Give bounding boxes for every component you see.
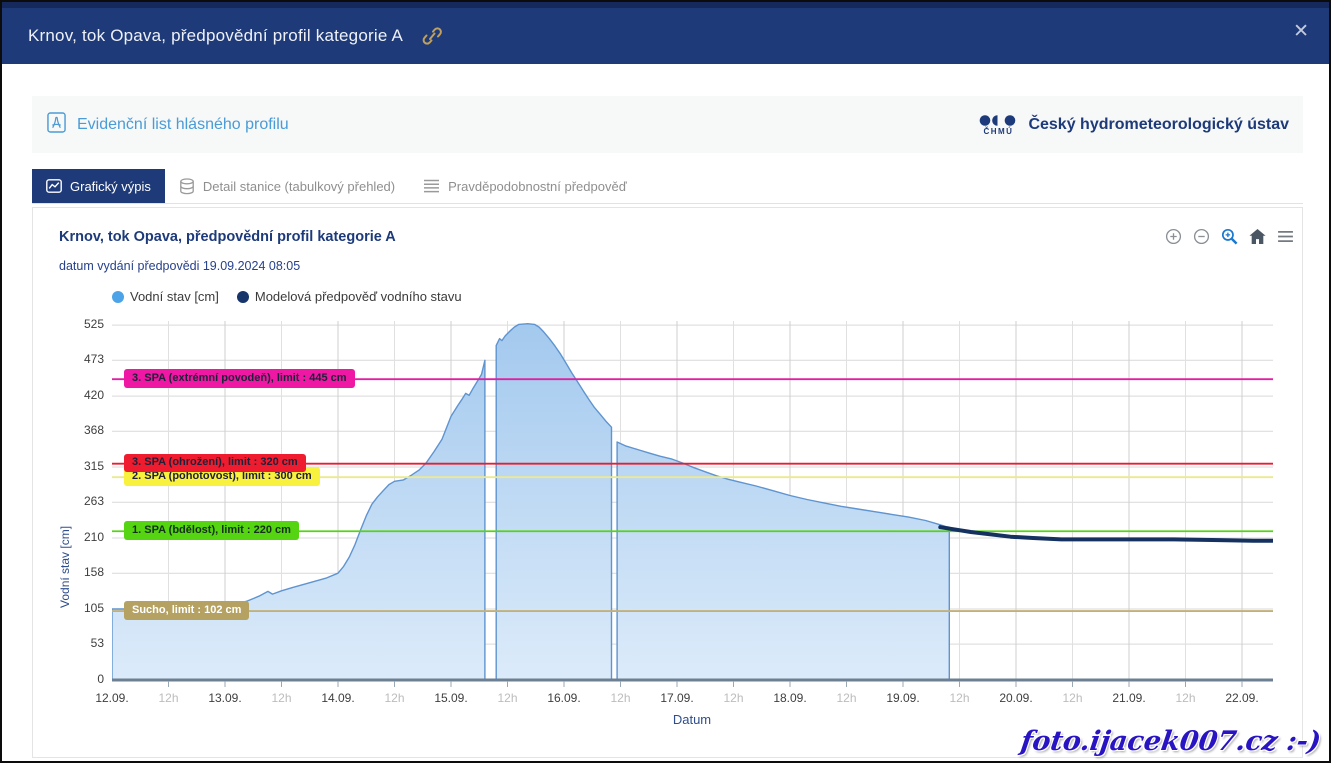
- chart-legend: Vodní stav [cm] Modelová předpověď vodníh…: [112, 289, 462, 304]
- y-tick-label: 0: [60, 672, 104, 686]
- chart-subtitle: datum vydání předpovědi 19.09.2024 08:05: [59, 259, 300, 273]
- x-halftick-label: 12h: [158, 691, 178, 705]
- close-icon[interactable]: ✕: [1287, 18, 1315, 45]
- x-halftick-label: 12h: [497, 691, 517, 705]
- chmu-logo-text: ČHMÚ: [983, 128, 1013, 136]
- y-tick-label: 525: [60, 317, 104, 331]
- x-halftick-label: 12h: [271, 691, 291, 705]
- x-halftick-label: 12h: [384, 691, 404, 705]
- limit-label: 1. SPA (bdělost), limit : 220 cm: [124, 521, 299, 540]
- x-halftick-label: 12h: [1062, 691, 1082, 705]
- tab-bar: Grafický výpis Detail stanice (tabulkový …: [32, 169, 1303, 204]
- x-axis-tick-marks: [169, 681, 1243, 687]
- legend-label: Vodní stav [cm]: [130, 289, 219, 304]
- pdf-file-icon: [47, 112, 66, 138]
- limit-label: 3. SPA (extrémní povodeň), limit : 445 c…: [124, 369, 355, 388]
- tab-label: Grafický výpis: [70, 179, 151, 194]
- y-tick-label: 473: [60, 352, 104, 366]
- pdf-link-label: Evidenční list hlásného profilu: [77, 116, 289, 134]
- zoom-in-button[interactable]: [1165, 228, 1182, 245]
- x-halftick-label: 12h: [723, 691, 743, 705]
- tab-graficky-vypis[interactable]: Grafický výpis: [32, 169, 165, 203]
- x-tick-label: 20.09.: [999, 691, 1032, 705]
- x-halftick-label: 12h: [1175, 691, 1195, 705]
- flood-forecast-modal: Krnov, tok Opava, předpovědní profil kat…: [0, 0, 1331, 763]
- x-axis-title: Datum: [673, 712, 711, 727]
- link-icon[interactable]: [421, 26, 443, 46]
- x-tick-label: 17.09.: [660, 691, 693, 705]
- organization-branding: ČHMÚ Český hydrometeorologický ústav: [978, 114, 1289, 136]
- x-tick-label: 18.09.: [773, 691, 806, 705]
- lines-icon: [423, 179, 440, 193]
- limit-label: 3. SPA (ohrožení), limit : 320 cm: [124, 454, 306, 473]
- watermark: foto.ijacek007.cz :-): [1019, 726, 1323, 757]
- x-halftick-label: 12h: [836, 691, 856, 705]
- x-tick-label: 12.09.: [95, 691, 128, 705]
- zoom-out-button[interactable]: [1193, 228, 1210, 245]
- x-halftick-label: 12h: [949, 691, 969, 705]
- x-tick-label: 19.09.: [886, 691, 919, 705]
- tab-label: Pravděpodobnostní předpověď: [448, 179, 627, 194]
- legend-item[interactable]: Vodní stav [cm]: [112, 289, 219, 304]
- x-tick-label: 13.09.: [208, 691, 241, 705]
- y-tick-label: 420: [60, 388, 104, 402]
- menu-button[interactable]: [1277, 230, 1294, 243]
- y-tick-label: 158: [60, 565, 104, 579]
- chart-title: Krnov, tok Opava, předpovědní profil kat…: [59, 229, 396, 245]
- database-icon: [179, 178, 195, 195]
- x-tick-label: 16.09.: [547, 691, 580, 705]
- forecast-line: [940, 527, 1272, 541]
- chart-icon: [46, 179, 62, 193]
- y-tick-label: 315: [60, 459, 104, 473]
- chart-toolbar: [1165, 228, 1294, 245]
- legend-color-dot: [237, 291, 249, 303]
- limit-label: Sucho, limit : 102 cm: [124, 601, 249, 620]
- x-tick-label: 14.09.: [321, 691, 354, 705]
- y-tick-label: 105: [60, 601, 104, 615]
- tab-pravdepodobnostni-predpoved[interactable]: Pravděpodobnostní předpověď: [409, 169, 641, 203]
- x-tick-label: 15.09.: [434, 691, 467, 705]
- chmu-logo: ČHMÚ: [978, 114, 1018, 136]
- y-tick-label: 368: [60, 423, 104, 437]
- y-tick-label: 210: [60, 530, 104, 544]
- reset-view-button[interactable]: [1249, 229, 1266, 244]
- x-tick-label: 22.09.: [1225, 691, 1258, 705]
- x-halftick-label: 12h: [610, 691, 630, 705]
- box-select-zoom-button[interactable]: [1221, 228, 1238, 245]
- y-tick-label: 263: [60, 494, 104, 508]
- modal-title: Krnov, tok Opava, předpovědní profil kat…: [28, 26, 403, 46]
- tab-label: Detail stanice (tabulkový přehled): [203, 179, 395, 194]
- x-tick-label: 21.09.: [1112, 691, 1145, 705]
- legend-item[interactable]: Modelová předpověď vodního stavu: [237, 289, 462, 304]
- modal-header: Krnov, tok Opava, předpovědní profil kat…: [2, 2, 1329, 64]
- y-tick-label: 53: [60, 636, 104, 650]
- tab-detail-stanice[interactable]: Detail stanice (tabulkový přehled): [165, 169, 409, 203]
- pdf-link[interactable]: Evidenční list hlásného profilu: [47, 112, 289, 138]
- legend-color-dot: [112, 291, 124, 303]
- legend-label: Modelová předpověď vodního stavu: [255, 289, 462, 304]
- organization-name: Český hydrometeorologický ústav: [1028, 116, 1289, 134]
- document-strip: Evidenční list hlásného profilu ČHMÚ Čes…: [32, 96, 1303, 153]
